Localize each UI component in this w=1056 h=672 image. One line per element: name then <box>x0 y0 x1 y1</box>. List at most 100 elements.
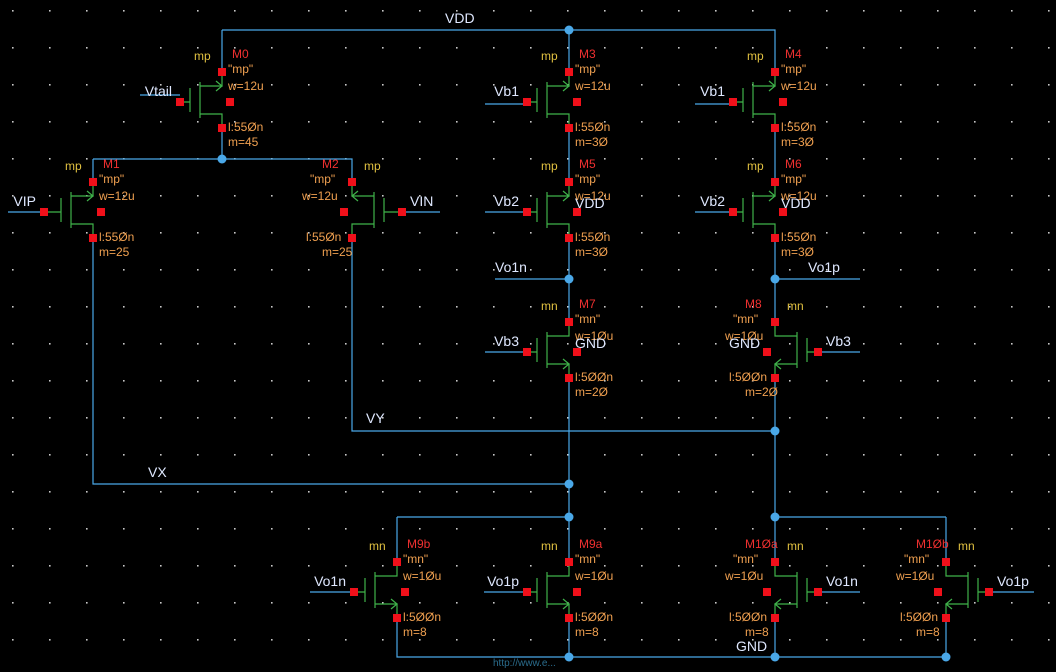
device-model-label: mp <box>747 159 764 173</box>
device-length-label: l:5ØØn <box>575 370 613 384</box>
net-label-vdd: VDD <box>445 10 475 26</box>
pin-square[interactable] <box>565 318 573 326</box>
bulk-pin-square[interactable] <box>573 98 581 106</box>
device-length-label: l:55Øn <box>228 120 263 134</box>
device-multiplier-label: m=3Ø <box>575 135 608 149</box>
device-multiplier-label: m=3Ø <box>781 135 814 149</box>
bulk-pin-square[interactable] <box>401 588 409 596</box>
pin-square[interactable] <box>565 558 573 566</box>
device-model-label: mp <box>364 159 381 173</box>
device-width-label: w=12u <box>98 189 135 203</box>
pin-square[interactable] <box>771 318 779 326</box>
bulk-pin-square[interactable] <box>934 588 942 596</box>
pin-square[interactable] <box>393 614 401 622</box>
pin-square[interactable] <box>771 558 779 566</box>
device-name-label: M3 <box>579 47 596 61</box>
device-width-label: w=12u <box>227 79 264 93</box>
pin-square[interactable] <box>218 68 226 76</box>
device-length-label: l:55Øn <box>781 230 816 244</box>
device-multiplier-label: m=3Ø <box>575 245 608 259</box>
pin-square[interactable] <box>942 558 950 566</box>
device-width-label: w=1Øu <box>402 569 441 583</box>
pin-square[interactable] <box>348 234 356 242</box>
device-name-label: M5 <box>579 157 596 171</box>
device-name-label: M1Øb <box>916 537 949 551</box>
bulk-pin-square[interactable] <box>573 588 581 596</box>
pin-square[interactable] <box>398 208 406 216</box>
net-label-vo1n: Vo1n <box>495 259 527 275</box>
device-name-label: M8 <box>745 297 762 311</box>
pin-square[interactable] <box>814 588 822 596</box>
pin-square[interactable] <box>393 558 401 566</box>
pin-square[interactable] <box>40 208 48 216</box>
pin-square[interactable] <box>771 374 779 382</box>
pin-square[interactable] <box>523 98 531 106</box>
bulk-pin-square[interactable] <box>97 208 105 216</box>
device-name-label: M0 <box>232 47 249 61</box>
pin-square[interactable] <box>729 208 737 216</box>
pin-square[interactable] <box>942 614 950 622</box>
bulk-net-label: GND <box>575 335 606 351</box>
pin-square[interactable] <box>771 178 779 186</box>
bulk-pin-square[interactable] <box>340 208 348 216</box>
pin-square[interactable] <box>523 208 531 216</box>
pin-square[interactable] <box>771 68 779 76</box>
gate-net-label: Vb3 <box>494 333 519 349</box>
device-length-label: l:55Øn <box>575 230 610 244</box>
device-multiplier-label: m=25 <box>322 245 353 259</box>
device-length-label: l:55Øn <box>99 230 134 244</box>
gate-net-label: Vtail <box>145 83 172 99</box>
device-type-label: "mp" <box>781 62 806 76</box>
pin-square[interactable] <box>565 124 573 132</box>
device-multiplier-label: m=8 <box>403 625 427 639</box>
pin-square[interactable] <box>350 588 358 596</box>
device-multiplier-label: m=8 <box>575 625 599 639</box>
pin-square[interactable] <box>523 348 531 356</box>
device-type-label: "mp" <box>99 172 124 186</box>
pin-square[interactable] <box>348 178 356 186</box>
device-name-label: M1Øa <box>745 537 778 551</box>
device-width-label: w=12u <box>301 189 338 203</box>
pin-square[interactable] <box>218 124 226 132</box>
device-model-label: mn <box>541 299 558 313</box>
pin-square[interactable] <box>771 614 779 622</box>
pin-square[interactable] <box>523 588 531 596</box>
device-name-label: M4 <box>785 47 802 61</box>
device-type-label: "mp" <box>310 172 335 186</box>
pin-square[interactable] <box>729 98 737 106</box>
pin-square[interactable] <box>985 588 993 596</box>
device-width-label: w=1Øu <box>895 569 934 583</box>
pin-square[interactable] <box>814 348 822 356</box>
device-type-label: "mn" <box>904 552 929 566</box>
pin-square[interactable] <box>176 98 184 106</box>
bulk-pin-square[interactable] <box>779 98 787 106</box>
bulk-pin-square[interactable] <box>763 348 771 356</box>
bulk-pin-square[interactable] <box>763 588 771 596</box>
device-width-label: w=1Øu <box>724 569 763 583</box>
device-multiplier-label: m=2Ø <box>575 385 608 399</box>
pin-square[interactable] <box>565 178 573 186</box>
device-model-label: mp <box>541 49 558 63</box>
pin-square[interactable] <box>565 68 573 76</box>
bulk-net-label: VDD <box>575 195 605 211</box>
gate-net-label: Vb3 <box>826 333 851 349</box>
pin-square[interactable] <box>771 234 779 242</box>
device-multiplier-label: m=2Ø <box>745 385 778 399</box>
net-label-vy: VY <box>366 410 385 426</box>
pin-square[interactable] <box>565 374 573 382</box>
pin-square[interactable] <box>89 234 97 242</box>
pin-square[interactable] <box>89 178 97 186</box>
device-type-label: "mn" <box>733 312 758 326</box>
pin-square[interactable] <box>565 234 573 242</box>
device-type-label: "mp" <box>575 62 600 76</box>
device-type-label: "mp" <box>781 172 806 186</box>
device-length-label: l:5ØØn <box>729 610 767 624</box>
device-type-label: "mn" <box>575 312 600 326</box>
bulk-pin-square[interactable] <box>226 98 234 106</box>
pin-square[interactable] <box>565 614 573 622</box>
device-type-label: "mp" <box>575 172 600 186</box>
device-name-label: M7 <box>579 297 596 311</box>
device-model-label: mn <box>787 539 804 553</box>
schematic-canvas[interactable]: VDD VX VY Vo1n Vo1p GND http://www.e... … <box>0 0 1056 672</box>
pin-square[interactable] <box>771 124 779 132</box>
